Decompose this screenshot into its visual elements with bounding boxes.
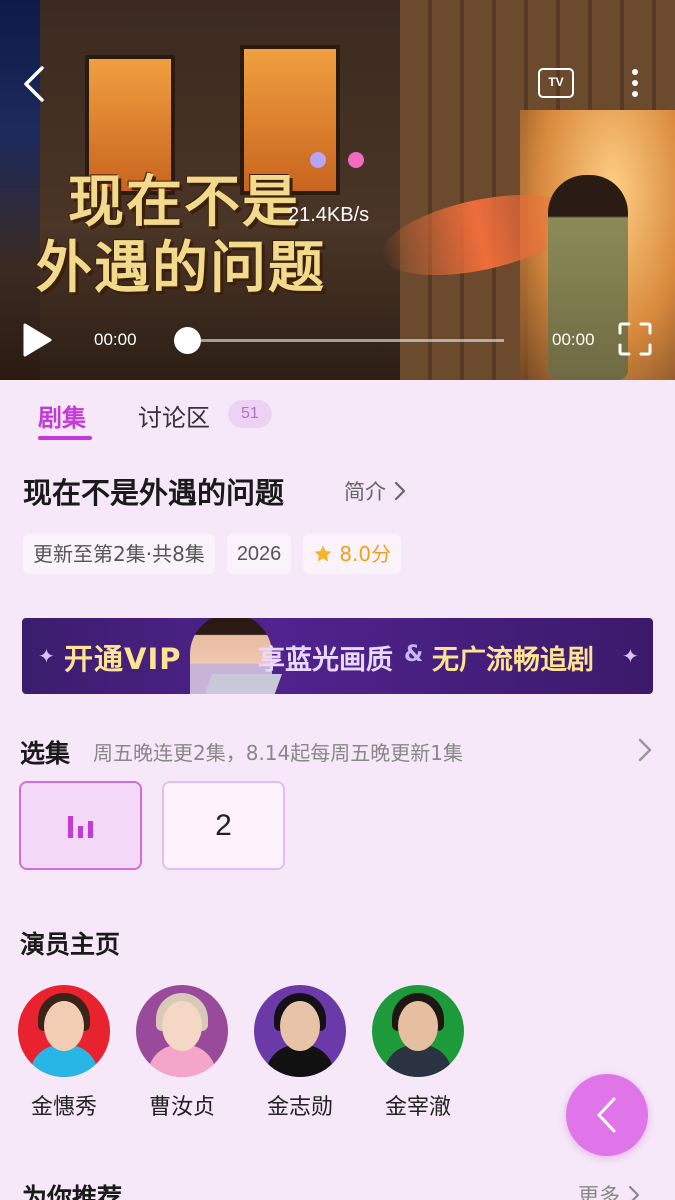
vip-amp-text: &	[404, 642, 424, 667]
back-button[interactable]	[18, 62, 58, 106]
vip-open-text: 开通VIP	[64, 642, 182, 676]
tv-icon: TV	[548, 75, 564, 89]
actor-name: 曹汝贞	[148, 1095, 215, 1120]
actor-avatar	[136, 985, 228, 1077]
episode-item-1[interactable]	[19, 781, 142, 870]
episode-item-2[interactable]: 2	[162, 781, 285, 870]
vip-banner-laptop	[203, 674, 283, 694]
chevron-right-icon	[394, 481, 406, 501]
tab-discussion[interactable]: 讨论区	[138, 398, 210, 433]
update-status-chip: 更新至第2集·共8集	[23, 534, 215, 574]
tab-episodes[interactable]: 剧集	[38, 398, 86, 433]
actor-avatar	[372, 985, 464, 1077]
discussion-count-badge: 51	[228, 400, 272, 428]
rating-chip: 8.0分	[303, 534, 402, 574]
actor-name: 金憓秀	[30, 1095, 97, 1120]
page-dot	[348, 152, 364, 168]
progress-knob[interactable]	[174, 327, 201, 354]
total-time: 00:00	[552, 330, 595, 349]
more-options-button[interactable]	[625, 66, 645, 102]
actor-card[interactable]: 金憓秀	[18, 985, 110, 1121]
chevron-right-icon	[638, 738, 652, 762]
page-indicator	[310, 152, 364, 168]
chevron-right-icon	[628, 1185, 640, 1200]
player-controls: 00:00 00:00	[0, 318, 675, 362]
episodes-expand-button[interactable]	[636, 736, 654, 764]
rating-value: 8.0分	[339, 542, 392, 566]
content-tabs: 剧集 讨论区 51	[0, 380, 675, 444]
poster-title-line2: 外遇的问题	[36, 236, 326, 301]
vip-quality-text: 享蓝光画质	[258, 645, 393, 676]
recommend-heading: 为你推荐	[22, 1183, 123, 1200]
actor-card[interactable]: 金志勋	[254, 985, 346, 1121]
actor-avatar	[18, 985, 110, 1077]
actor-card[interactable]: 金宰澈	[372, 985, 464, 1121]
actor-card[interactable]: 曹汝贞	[136, 985, 228, 1121]
star-icon	[314, 545, 332, 562]
play-button[interactable]	[20, 322, 54, 358]
sparkle-icon: ✦	[38, 644, 55, 668]
chevron-left-icon	[597, 1097, 616, 1133]
tv-cast-button[interactable]: TV	[538, 68, 574, 98]
poster-title-line1: 现在不是	[68, 170, 300, 235]
current-time: 00:00	[94, 330, 137, 349]
fullscreen-button[interactable]	[618, 322, 652, 356]
actor-avatar	[254, 985, 346, 1077]
vip-noads-text: 无广流畅追剧	[432, 645, 594, 676]
now-playing-icon	[68, 814, 93, 838]
intro-link[interactable]: 简介	[344, 476, 406, 506]
sparkle-icon: ✦	[622, 644, 639, 668]
actor-name: 金志勋	[266, 1095, 333, 1120]
fullscreen-icon	[618, 322, 652, 356]
poster-title: 现在不是 外遇的问题	[36, 170, 326, 302]
video-player[interactable]: 现在不是 外遇的问题 21.4KB/s TV 00:00 00:00	[0, 0, 675, 380]
recommend-more-label: 更多	[578, 1184, 620, 1200]
page-dot	[310, 152, 326, 168]
vip-banner[interactable]: ✦ 开通VIP 享蓝光画质 & 无广流畅追剧 ✦	[22, 618, 653, 694]
active-tab-indicator	[38, 436, 92, 440]
progress-track[interactable]	[186, 339, 504, 342]
episodes-heading: 选集	[20, 739, 71, 768]
actors-heading: 演员主页	[20, 930, 121, 959]
episodes-schedule-note: 周五晚连更2集，8.14起每周五晚更新1集	[93, 741, 463, 765]
show-title: 现在不是外遇的问题	[23, 476, 285, 510]
floating-back-button[interactable]	[566, 1074, 648, 1156]
actor-name: 金宰澈	[384, 1095, 451, 1120]
more-vertical-icon	[625, 69, 645, 97]
intro-label: 简介	[344, 480, 386, 504]
show-meta: 更新至第2集·共8集 2026 8.0分	[23, 534, 402, 574]
chevron-left-icon	[24, 66, 44, 102]
play-icon	[23, 323, 52, 357]
year-chip: 2026	[226, 534, 292, 574]
recommend-more-link[interactable]: 更多	[578, 1180, 640, 1200]
network-speed: 21.4KB/s	[288, 204, 370, 226]
